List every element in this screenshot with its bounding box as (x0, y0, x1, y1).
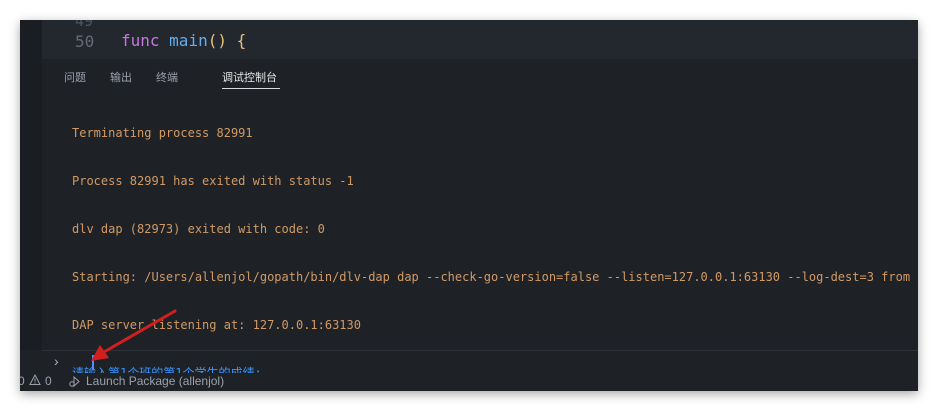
code-line[interactable]: func main() { (121, 31, 246, 50)
console-line: Terminating process 82991 (72, 126, 253, 140)
activity-gutter (20, 20, 42, 350)
debug-console-input[interactable]: › (42, 350, 918, 374)
code-keyword: func (121, 31, 160, 50)
console-line: dlv dap (82973) exited with code: 0 (72, 222, 325, 236)
line-number-prev: 49 (75, 20, 94, 30)
warning-icon (29, 373, 41, 389)
code-func-name: main (169, 31, 208, 50)
tab-problems[interactable]: 问题 (64, 69, 86, 85)
debug-console-output: Terminating process 82991 Process 82991 … (72, 93, 918, 391)
launch-config-label[interactable]: Launch Package (allenjol) (86, 374, 224, 388)
panel-tabs: 问题 输出 终端 调试控制台 (42, 59, 918, 92)
code-brace: { (236, 31, 247, 50)
debug-launch-icon[interactable] (68, 375, 82, 391)
tab-terminal[interactable]: 终端 (156, 69, 178, 85)
warning-count[interactable]: 0 (45, 374, 52, 388)
tab-output[interactable]: 输出 (110, 69, 132, 85)
vscode-window: 49 50 func main() { 问题 输出 终端 调试控制台 Termi… (20, 20, 918, 391)
text-cursor (92, 355, 94, 370)
console-line: Starting: /Users/allenjol/gopath/bin/dlv… (72, 270, 918, 284)
line-number: 50 (75, 32, 95, 51)
console-line: Process 82991 has exited with status -1 (72, 174, 354, 188)
code-parens: () (207, 31, 227, 50)
active-tab-indicator (222, 88, 280, 89)
chevron-right-icon: › (54, 353, 59, 369)
tab-debug-console[interactable]: 调试控制台 (222, 69, 277, 85)
error-count[interactable]: 0 (20, 374, 25, 388)
status-bar: 0 0 Launch Package (allenjol) (20, 373, 918, 391)
console-line: DAP server listening at: 127.0.0.1:63130 (72, 318, 361, 332)
